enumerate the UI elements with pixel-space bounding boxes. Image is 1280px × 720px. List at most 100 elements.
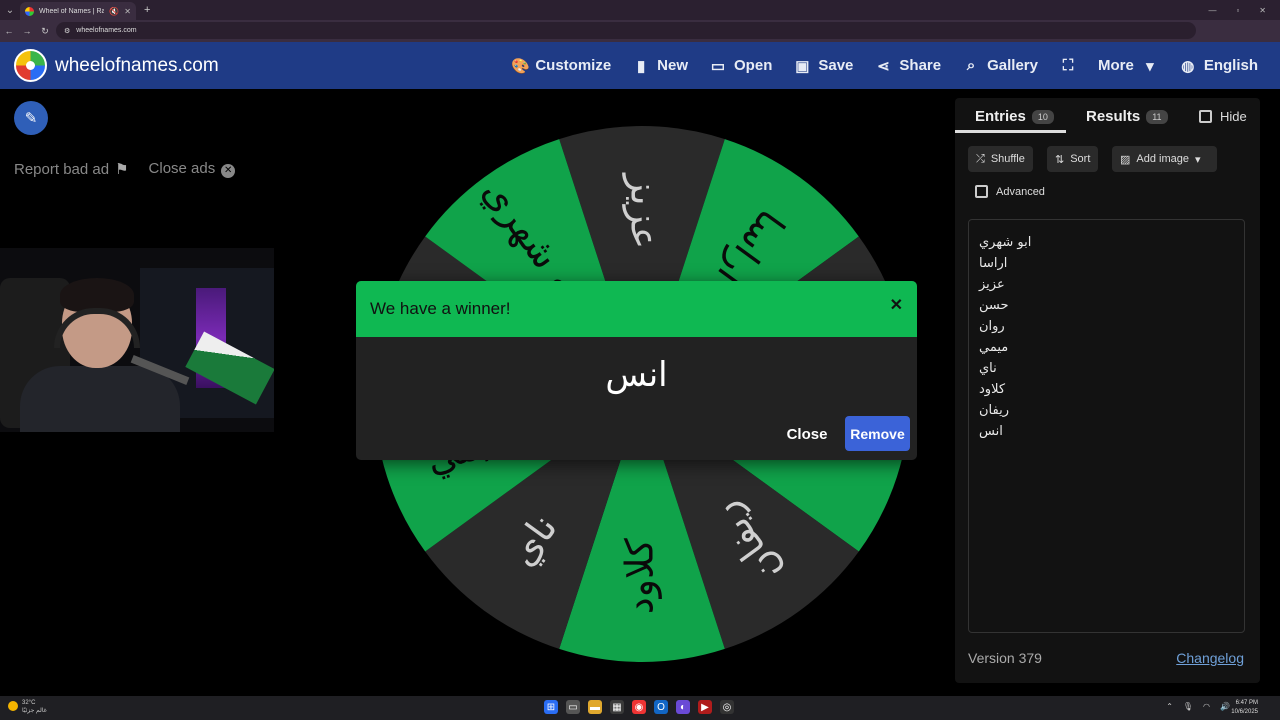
- clock-time: 6:47 PM: [1235, 700, 1258, 706]
- browser-address-bar: ← → ↻ ⚙ wheelofnames.com: [0, 20, 1280, 42]
- menu-label: Save: [818, 57, 854, 74]
- favicon-icon: [25, 6, 34, 16]
- wheel-segment-label: عزيز: [622, 172, 667, 249]
- window-controls: — ▫ ✕: [1208, 0, 1280, 20]
- search-icon[interactable]: ▭: [566, 700, 580, 714]
- outlook-icon[interactable]: O: [654, 700, 668, 714]
- weather-widget[interactable]: 32°C غالم جزئيًا: [8, 699, 47, 715]
- shuffle-label: Shuffle: [990, 153, 1025, 165]
- results-count-badge: 11: [1146, 109, 1168, 124]
- browser-tab[interactable]: Wheel of Names | Random 🔇 ✕: [20, 2, 136, 20]
- menu-save[interactable]: ▣ Save: [794, 42, 853, 89]
- menu-fullscreen[interactable]: ⛶: [1060, 42, 1076, 89]
- hide-toggle[interactable]: Hide: [1199, 109, 1247, 124]
- file-explorer-icon[interactable]: ▬: [588, 700, 602, 714]
- file-icon: ▮: [637, 57, 646, 75]
- report-ad-label: Report bad ad: [14, 161, 110, 178]
- url-input[interactable]: ⚙ wheelofnames.com: [56, 22, 1196, 39]
- entries-textarea[interactable]: ابو شهري اراسا عزيز حسن روان ميمي ناي كل…: [968, 219, 1245, 633]
- close-button[interactable]: Close: [782, 417, 832, 451]
- reload-icon[interactable]: ↻: [36, 26, 54, 37]
- back-icon[interactable]: ←: [0, 26, 18, 36]
- system-tray: ⌃ 🎙 ◠ 🔊: [1166, 702, 1230, 711]
- volume-icon[interactable]: 🔊: [1220, 702, 1230, 711]
- close-ads-link[interactable]: Close ads ✕: [149, 160, 236, 178]
- menu-new[interactable]: ▮ New: [633, 42, 688, 89]
- weather-icon: [8, 701, 18, 711]
- close-ads-label: Close ads: [148, 160, 216, 178]
- minimize-icon[interactable]: —: [1208, 6, 1216, 15]
- site-title[interactable]: wheelofnames.com: [55, 55, 219, 77]
- close-tab-icon[interactable]: ✕: [124, 7, 131, 16]
- tab-list-icon[interactable]: ⌄: [0, 0, 20, 20]
- menu-label: Gallery: [987, 57, 1038, 74]
- mute-icon[interactable]: 🔇: [109, 7, 119, 16]
- taskbar-apps: ⊞ ▭ ▬ ▦ ◉ O ◐ ▶ ◎: [544, 700, 734, 714]
- tab-entries[interactable]: Entries 10: [975, 108, 1054, 125]
- changelog-link[interactable]: Changelog: [1176, 650, 1244, 666]
- entries-count-badge: 10: [1031, 109, 1054, 124]
- palette-icon: 🎨: [511, 57, 531, 75]
- ad-links: Report bad ad ⚑ Close ads ✕: [14, 160, 236, 178]
- menu-language[interactable]: ◍ English: [1180, 42, 1258, 89]
- store-icon[interactable]: ▦: [610, 700, 624, 714]
- entry-line: اراسا: [979, 256, 1008, 271]
- menu-label: Open: [734, 57, 773, 74]
- forward-icon[interactable]: →: [18, 26, 36, 36]
- winner-dialog-title: We have a winner!: [370, 299, 511, 318]
- media-icon[interactable]: ▶: [698, 700, 712, 714]
- clock[interactable]: 6:47 PM 10/6/2025: [1231, 699, 1258, 717]
- wifi-icon[interactable]: ◠: [1203, 702, 1210, 711]
- winner-dialog-header: We have a winner! ✕: [356, 281, 917, 337]
- shuffle-button[interactable]: ⤮ Shuffle: [968, 146, 1033, 172]
- menu-share[interactable]: ⋖ Share: [875, 42, 941, 89]
- close-icon[interactable]: ✕: [890, 295, 903, 315]
- winner-dialog: We have a winner! ✕ انس Close Remove: [356, 281, 917, 460]
- folder-icon: ▭: [710, 57, 726, 75]
- tab-entries-label: Entries: [975, 108, 1026, 125]
- active-tab-indicator: [955, 130, 1066, 133]
- flag-icon: ⚑: [115, 161, 129, 178]
- sort-button[interactable]: ⇅ Sort: [1047, 146, 1099, 172]
- close-window-icon[interactable]: ✕: [1259, 6, 1266, 15]
- entry-line: انس: [979, 424, 1003, 439]
- report-ad-link[interactable]: Report bad ad ⚑: [14, 160, 129, 178]
- menu-gallery[interactable]: ⌕ Gallery: [963, 42, 1038, 89]
- entry-line: ابو شهري: [979, 235, 1032, 250]
- tab-results[interactable]: Results 11: [1086, 108, 1168, 125]
- menu-customize[interactable]: 🎨 Customize: [511, 42, 611, 89]
- version-label: Version 379: [968, 650, 1042, 666]
- sort-icon: ⇅: [1055, 153, 1065, 166]
- new-tab-icon[interactable]: +: [144, 4, 150, 16]
- site-info-icon[interactable]: ⚙: [64, 27, 70, 35]
- menu-label: Share: [899, 57, 942, 74]
- edit-button[interactable]: ✎: [14, 101, 48, 135]
- fullscreen-icon: ⛶: [1062, 57, 1074, 74]
- chevron-down-icon: ▾: [1146, 57, 1154, 75]
- menu-open[interactable]: ▭ Open: [710, 42, 772, 89]
- menu-label: New: [657, 57, 689, 74]
- obs-icon[interactable]: ◎: [720, 700, 734, 714]
- discord-icon[interactable]: ◐: [676, 700, 690, 714]
- advanced-checkbox[interactable]: [975, 185, 988, 198]
- chevron-up-icon[interactable]: ⌃: [1166, 702, 1173, 711]
- entry-line: حسن: [979, 298, 1009, 313]
- main-menu: 🎨 Customize ▮ New ▭ Open ▣ Save ⋖ Share ⌕ Gall…: [511, 42, 1280, 89]
- chevron-down-icon: ▾: [1195, 153, 1201, 166]
- chrome-icon[interactable]: ◉: [632, 700, 646, 714]
- wheel-logo-icon[interactable]: [14, 49, 47, 82]
- maximize-icon[interactable]: ▫: [1236, 6, 1239, 15]
- add-image-button[interactable]: ▨ Add image ▾: [1112, 146, 1217, 172]
- entry-line: ريفان: [979, 403, 1009, 418]
- mic-icon[interactable]: 🎙: [1183, 702, 1193, 711]
- close-icon: ✕: [221, 163, 236, 178]
- menu-label: More: [1097, 57, 1134, 74]
- advanced-label: Advanced: [996, 185, 1045, 198]
- start-icon[interactable]: ⊞: [544, 700, 558, 714]
- hide-checkbox[interactable]: [1199, 110, 1212, 123]
- shuffle-icon: ⤮: [976, 152, 985, 165]
- remove-button[interactable]: Remove: [845, 416, 910, 451]
- menu-more[interactable]: More ▾: [1098, 42, 1158, 89]
- entry-line: روان: [979, 319, 1005, 334]
- advanced-toggle[interactable]: Advanced: [975, 185, 1045, 198]
